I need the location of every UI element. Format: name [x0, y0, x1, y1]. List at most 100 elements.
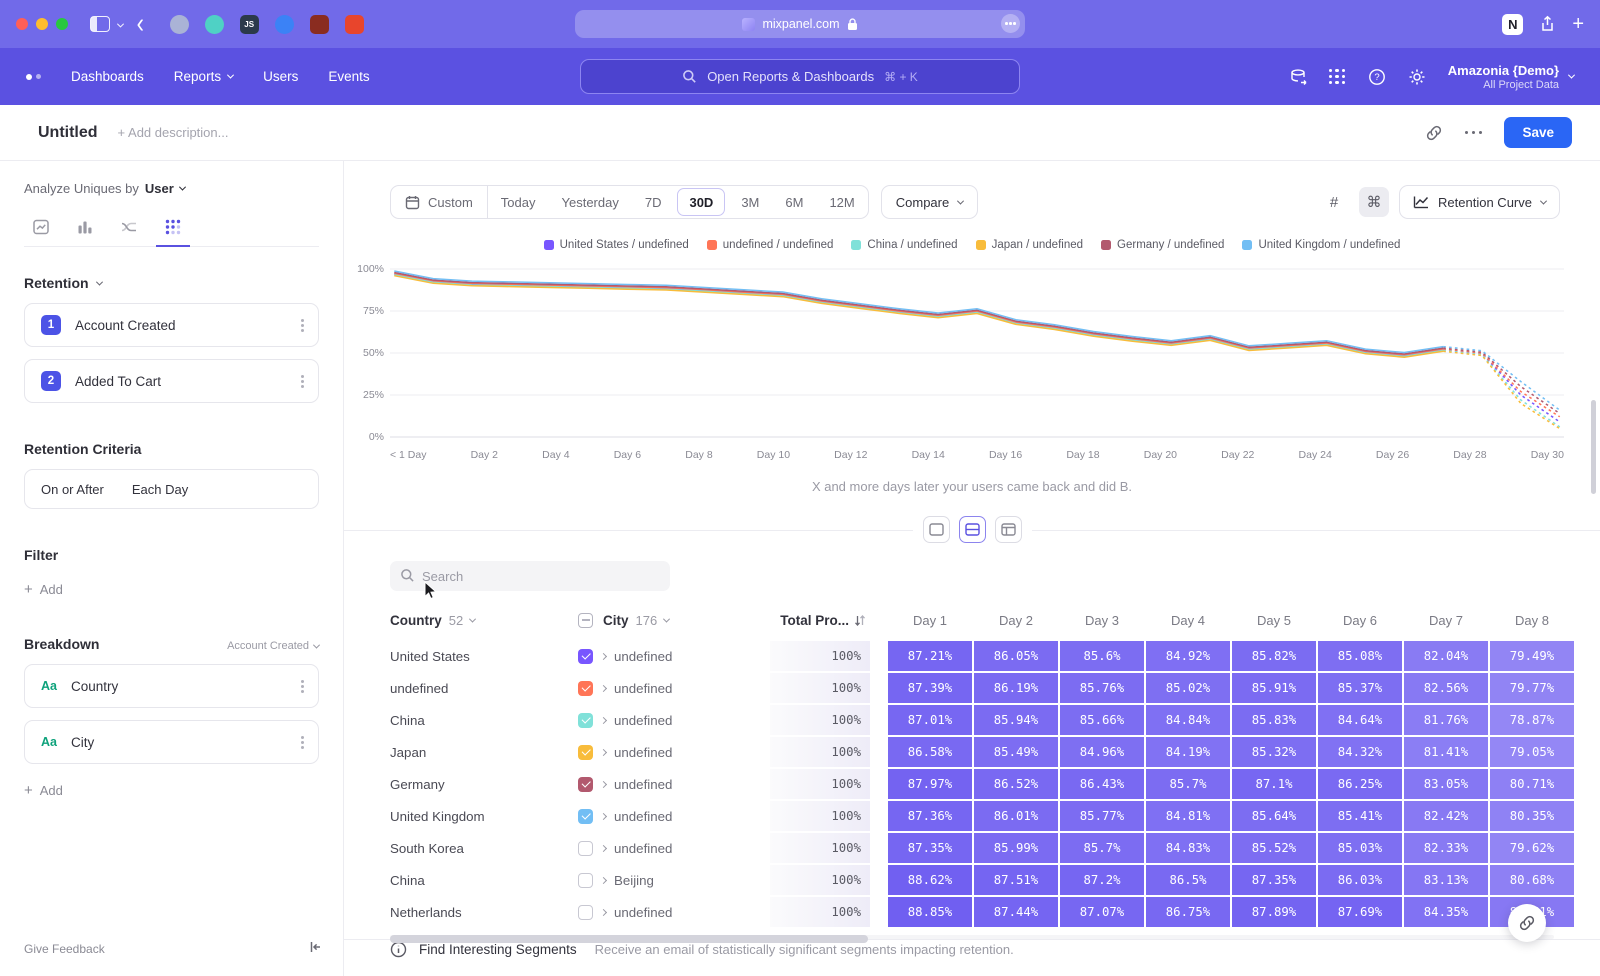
retention-value-cell[interactable]: 84.35%	[1404, 897, 1488, 927]
address-bar-more-icon[interactable]	[1001, 14, 1020, 33]
add-description-button[interactable]: + Add description...	[118, 125, 229, 140]
retention-value-cell[interactable]: 81.41%	[1404, 737, 1488, 767]
retention-value-cell[interactable]: 85.32%	[1232, 737, 1316, 767]
retention-criteria-card[interactable]: On or After Each Day	[24, 469, 319, 509]
retention-value-cell[interactable]: 80.71%	[1490, 769, 1574, 799]
extension-icon[interactable]	[310, 15, 329, 34]
retention-value-cell[interactable]: 85.76%	[1060, 673, 1144, 703]
retention-value-cell[interactable]: 85.08%	[1318, 641, 1402, 671]
expand-row-icon[interactable]	[600, 812, 607, 819]
day-column-header[interactable]: Day 4	[1146, 613, 1230, 628]
tab-retention[interactable]	[156, 210, 190, 247]
range-button-7d[interactable]: 7D	[632, 186, 675, 218]
retention-value-cell[interactable]: 80.35%	[1490, 801, 1574, 831]
country-column-header[interactable]: Country 52	[390, 613, 576, 628]
retention-value-cell[interactable]: 88.85%	[888, 897, 972, 927]
retention-value-cell[interactable]: 84.96%	[1060, 737, 1144, 767]
custom-date-button[interactable]: Custom	[391, 186, 488, 218]
retention-step-card[interactable]: 1Account Created	[24, 303, 319, 347]
retention-value-cell[interactable]: 86.25%	[1318, 769, 1402, 799]
chart-type-selector[interactable]: Retention Curve	[1399, 185, 1560, 219]
data-management-icon[interactable]	[1289, 68, 1307, 86]
retention-value-cell[interactable]: 79.77%	[1490, 673, 1574, 703]
retention-value-cell[interactable]: 84.64%	[1318, 705, 1402, 735]
city-column-header[interactable]: City 176	[578, 613, 768, 628]
global-search-button[interactable]: Open Reports & Dashboards ⌘ + K	[580, 59, 1020, 94]
report-title[interactable]: Untitled	[38, 124, 98, 142]
retention-value-cell[interactable]: 86.5%	[1146, 865, 1230, 895]
retention-value-cell[interactable]: 78.87%	[1490, 705, 1574, 735]
extension-icon[interactable]: JS	[240, 15, 259, 34]
legend-item[interactable]: China / undefined	[851, 239, 957, 251]
compare-button[interactable]: Compare	[881, 185, 978, 219]
add-breakdown-button[interactable]: Add	[24, 782, 319, 799]
retention-value-cell[interactable]: 82.56%	[1404, 673, 1488, 703]
find-segments-label[interactable]: Find Interesting Segments	[419, 942, 577, 957]
apps-grid-icon[interactable]	[1329, 69, 1346, 85]
share-link-fab[interactable]	[1508, 904, 1546, 942]
legend-item[interactable]: undefined / undefined	[707, 239, 834, 251]
expand-row-icon[interactable]	[600, 716, 607, 723]
table-search-input[interactable]	[390, 561, 670, 591]
range-button-6m[interactable]: 6M	[772, 186, 816, 218]
retention-value-cell[interactable]: 85.52%	[1232, 833, 1316, 863]
tab-funnels[interactable]	[68, 210, 102, 246]
legend-item[interactable]: Germany / undefined	[1101, 239, 1224, 251]
retention-value-cell[interactable]: 87.1%	[1232, 769, 1316, 799]
day-column-header[interactable]: Day 5	[1232, 613, 1316, 628]
address-bar[interactable]: mixpanel.com	[575, 10, 1025, 38]
expand-row-icon[interactable]	[600, 876, 607, 883]
retention-value-cell[interactable]: 85.49%	[974, 737, 1058, 767]
retention-value-cell[interactable]: 85.03%	[1318, 833, 1402, 863]
retention-value-cell[interactable]: 85.64%	[1232, 801, 1316, 831]
add-filter-button[interactable]: Add	[24, 581, 319, 598]
close-window-button[interactable]	[16, 18, 28, 30]
retention-value-cell[interactable]: 84.83%	[1146, 833, 1230, 863]
row-checkbox[interactable]	[578, 873, 593, 888]
expand-row-icon[interactable]	[600, 844, 607, 851]
retention-value-cell[interactable]: 85.02%	[1146, 673, 1230, 703]
day-column-header[interactable]: Day 1	[888, 613, 972, 628]
retention-value-cell[interactable]: 85.94%	[974, 705, 1058, 735]
retention-value-cell[interactable]: 87.89%	[1232, 897, 1316, 927]
retention-value-cell[interactable]: 86.43%	[1060, 769, 1144, 799]
row-checkbox[interactable]	[578, 841, 593, 856]
retention-value-cell[interactable]: 85.66%	[1060, 705, 1144, 735]
settings-gear-icon[interactable]	[1408, 68, 1426, 86]
nav-item-reports[interactable]: Reports	[174, 69, 233, 84]
expand-row-icon[interactable]	[600, 748, 607, 755]
row-checkbox[interactable]	[578, 649, 593, 664]
retention-value-cell[interactable]: 86.58%	[888, 737, 972, 767]
nav-item-dashboards[interactable]: Dashboards	[71, 69, 144, 84]
mixpanel-logo[interactable]	[26, 74, 41, 80]
retention-value-cell[interactable]: 85.41%	[1318, 801, 1402, 831]
vertical-scrollbar[interactable]	[1591, 400, 1596, 494]
row-checkbox[interactable]	[578, 713, 593, 728]
retention-value-cell[interactable]: 85.77%	[1060, 801, 1144, 831]
more-options-icon[interactable]	[301, 380, 304, 383]
retention-value-cell[interactable]: 87.39%	[888, 673, 972, 703]
legend-item[interactable]: Japan / undefined	[976, 239, 1083, 251]
window-controls[interactable]	[16, 18, 68, 30]
table-view-button[interactable]	[995, 516, 1022, 543]
more-options-icon[interactable]	[1465, 131, 1483, 135]
retention-value-cell[interactable]: 87.01%	[888, 705, 972, 735]
extension-icon[interactable]	[170, 15, 189, 34]
retention-value-cell[interactable]: 84.32%	[1318, 737, 1402, 767]
sidebar-toggle-icon[interactable]	[90, 16, 110, 32]
expand-row-icon[interactable]	[600, 652, 607, 659]
retention-value-cell[interactable]: 82.33%	[1404, 833, 1488, 863]
retention-value-cell[interactable]: 87.21%	[888, 641, 972, 671]
retention-value-cell[interactable]: 87.07%	[1060, 897, 1144, 927]
split-view-button[interactable]	[959, 516, 986, 543]
new-tab-icon[interactable]: +	[1572, 13, 1584, 36]
keyboard-shortcuts-icon-button[interactable]: ⌘	[1359, 187, 1389, 217]
project-switcher[interactable]: Amazonia {Demo} All Project Data	[1448, 63, 1574, 91]
extension-icon[interactable]	[275, 15, 294, 34]
share-icon[interactable]	[1539, 15, 1556, 33]
day-column-header[interactable]: Day 2	[974, 613, 1058, 628]
legend-item[interactable]: United States / undefined	[544, 239, 689, 251]
retention-value-cell[interactable]: 83.05%	[1404, 769, 1488, 799]
row-checkbox[interactable]	[578, 777, 593, 792]
retention-section-header[interactable]: Retention	[24, 275, 319, 291]
